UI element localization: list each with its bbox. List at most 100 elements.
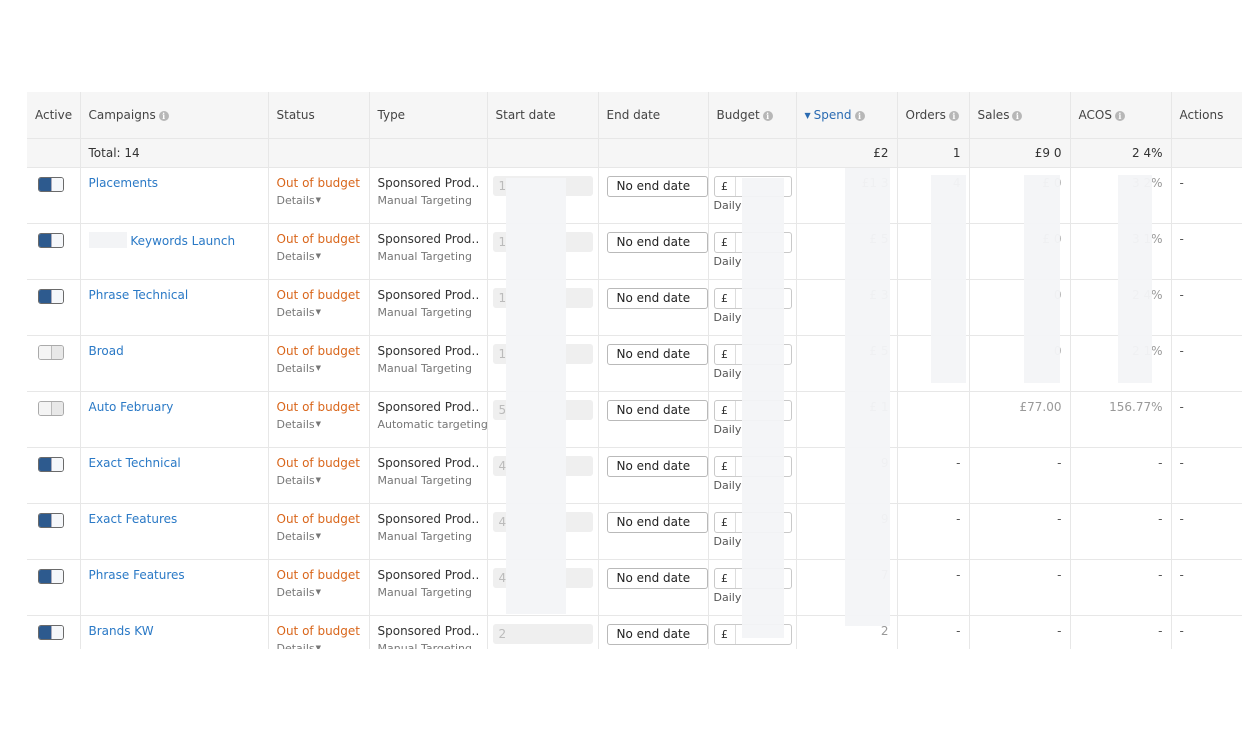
active-toggle[interactable] [38, 513, 64, 528]
budget-input[interactable]: £ [713, 456, 792, 477]
end-date-field[interactable]: No end date [606, 512, 708, 533]
info-icon[interactable]: i [854, 111, 865, 121]
active-toggle[interactable] [38, 625, 64, 640]
column-header-actions[interactable]: Actions [1171, 92, 1242, 139]
caret-down-icon: ▼ [315, 644, 322, 649]
column-header-acos[interactable]: ACOS i [1070, 92, 1172, 139]
campaign-name-link[interactable]: Broad [89, 344, 124, 358]
sales-value: 0 [969, 335, 1071, 392]
campaign-name-link[interactable]: Phrase Technical [89, 288, 189, 302]
currency-symbol: £ [715, 233, 736, 252]
budget-value[interactable] [736, 625, 791, 644]
end-date-field[interactable]: No end date [606, 288, 708, 309]
column-header-status[interactable]: Status [268, 92, 370, 139]
details-dropdown[interactable]: Details▼ [277, 474, 361, 487]
budget-period: Daily [713, 311, 742, 324]
status-text: Out of budget [276, 624, 361, 638]
end-date-field[interactable]: No end date [606, 624, 708, 645]
budget-value[interactable] [736, 513, 791, 532]
active-toggle[interactable] [38, 569, 64, 584]
budget-cell: £ Daily [708, 503, 797, 560]
budget-input[interactable]: £ [713, 176, 792, 197]
budget-input[interactable]: £ [713, 400, 792, 421]
spend-value: £ 3 [796, 279, 898, 336]
details-dropdown[interactable]: Details▼ [277, 194, 361, 207]
budget-input[interactable]: £ [713, 624, 792, 645]
info-icon[interactable]: i [1012, 111, 1023, 121]
campaign-name-link[interactable]: Keywords Launch [130, 234, 235, 248]
start-date-cell: 4 [487, 503, 599, 560]
details-dropdown[interactable]: Details▼ [277, 530, 361, 543]
info-icon[interactable]: i [948, 111, 959, 121]
column-header-type[interactable]: Type [369, 92, 488, 139]
budget-input[interactable]: £ [713, 568, 792, 589]
info-icon[interactable]: i [1114, 111, 1125, 121]
status-text: Out of budget [276, 400, 361, 414]
details-label: Details [276, 362, 315, 375]
end-date-field[interactable]: No end date [606, 344, 708, 365]
active-toggle[interactable] [38, 401, 64, 416]
details-dropdown[interactable]: Details▼ [277, 642, 361, 649]
column-header-label: Active [35, 108, 73, 122]
status-cell: Out of budget Details▼ [268, 391, 370, 448]
spend-value: £ 5 [796, 335, 898, 392]
budget-period: Daily [713, 255, 742, 268]
details-dropdown[interactable]: Details▼ [277, 250, 361, 263]
budget-value[interactable] [736, 233, 791, 252]
budget-input[interactable]: £ [713, 344, 792, 365]
orders-value [897, 335, 970, 392]
campaign-name-link[interactable]: Placements [89, 176, 159, 190]
details-dropdown[interactable]: Details▼ [277, 306, 361, 319]
end-date-field[interactable]: No end date [606, 568, 708, 589]
status-text: Out of budget [276, 288, 361, 302]
budget-value[interactable] [736, 569, 791, 588]
campaign-name-link[interactable]: Auto February [89, 400, 174, 414]
budget-input[interactable]: £ [713, 288, 792, 309]
budget-cell: £ Daily [708, 447, 797, 504]
budget-value[interactable] [736, 401, 791, 420]
spend-value: £ 5 [796, 223, 898, 280]
column-header-label: Status [276, 108, 315, 122]
campaign-name-link[interactable]: Exact Technical [89, 456, 181, 470]
total-sales: £9 0 [969, 138, 1071, 168]
campaign-name-link[interactable]: Brands KW [89, 624, 154, 638]
start-date-cell: 4 [487, 447, 599, 504]
campaign-name-link[interactable]: Phrase Features [89, 568, 185, 582]
details-dropdown[interactable]: Details▼ [277, 362, 361, 375]
column-header-start-date[interactable]: Start date [487, 92, 599, 139]
column-header-campaigns[interactable]: Campaigns i [80, 92, 269, 139]
end-date-field[interactable]: No end date [606, 176, 708, 197]
budget-value[interactable] [736, 177, 791, 196]
column-header-active[interactable]: Active [27, 92, 81, 139]
column-header-sales[interactable]: Sales i [969, 92, 1071, 139]
campaign-row: Brands KW Out of budget Details▼ Sponsor… [27, 615, 1242, 649]
active-toggle[interactable] [38, 345, 64, 360]
details-dropdown[interactable]: Details▼ [277, 586, 361, 599]
campaign-name-link[interactable]: Exact Features [89, 512, 178, 526]
column-header-end-date[interactable]: End date [598, 92, 709, 139]
info-icon[interactable]: i [158, 111, 169, 121]
column-header-label: Type [377, 108, 406, 122]
active-toggle[interactable] [38, 233, 64, 248]
active-toggle[interactable] [38, 177, 64, 192]
column-header-orders[interactable]: Orders i [897, 92, 970, 139]
end-date-cell: No end date [598, 223, 709, 280]
budget-input[interactable]: £ [713, 512, 792, 533]
info-icon[interactable]: i [762, 111, 773, 121]
targeting-type: Manual Targeting [377, 306, 473, 319]
budget-input[interactable]: £ [713, 232, 792, 253]
column-header-spend[interactable]: ▼ Spend i [796, 92, 898, 139]
end-date-field[interactable]: No end date [606, 400, 708, 421]
end-date-field[interactable]: No end date [606, 456, 708, 477]
budget-value[interactable] [736, 457, 791, 476]
active-toggle[interactable] [38, 457, 64, 472]
budget-value[interactable] [736, 289, 791, 308]
redacted-text [88, 232, 127, 248]
details-dropdown[interactable]: Details▼ [277, 418, 361, 431]
active-toggle[interactable] [38, 289, 64, 304]
acos-value: 2 4% [1070, 279, 1172, 336]
budget-value[interactable] [736, 345, 791, 364]
end-date-field[interactable]: No end date [606, 232, 708, 253]
column-header-budget[interactable]: Budget i [708, 92, 797, 139]
campaign-row: Phrase Features Out of budget Details▼ S… [27, 559, 1242, 616]
